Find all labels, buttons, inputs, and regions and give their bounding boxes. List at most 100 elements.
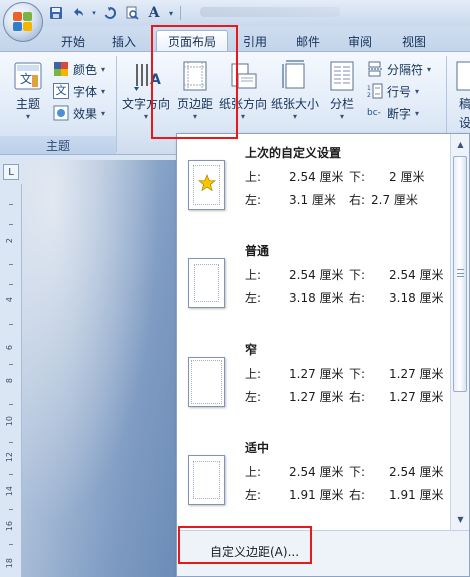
ruler-number: 6 <box>5 345 14 351</box>
ruler-number: 8 <box>5 378 14 384</box>
breaks-button[interactable]: 分隔符 ▾ <box>367 59 431 79</box>
vertical-ruler: 2 4 6 8 10 12 14 16 18 <box>0 184 22 577</box>
preset-title: 普通 <box>245 244 270 258</box>
margins-dropdown-menu: 上次的自定义设置 上: 2.54 厘米 下: 2 厘米 左: 3.1 厘米 右:… <box>176 133 470 577</box>
bottom-label: 下: <box>349 170 366 184</box>
left-label: 左: <box>245 390 262 404</box>
page-thumbnail-icon <box>188 258 225 308</box>
bottom-label: 下: <box>349 465 366 479</box>
tab-mailings[interactable]: 邮件 <box>288 30 328 52</box>
margins-icon <box>180 60 210 92</box>
tab-page-layout[interactable]: 页面布局 <box>156 30 228 52</box>
paper-size-icon <box>280 60 310 92</box>
preset-title: 窄 <box>245 343 258 357</box>
tab-selector-button[interactable]: L <box>3 164 19 180</box>
breaks-label: 分隔符 <box>387 62 424 77</box>
ribbon-tabs: 开始 插入 页面布局 引用 邮件 审阅 视图 <box>0 26 470 52</box>
chevron-down-icon: ▾ <box>292 112 297 121</box>
preset-title: 上次的自定义设置 <box>245 146 342 160</box>
tab-view[interactable]: 视图 <box>394 30 434 52</box>
font-a-icon[interactable]: A <box>144 4 164 22</box>
ruler-number: 14 <box>5 486 14 497</box>
save-icon[interactable] <box>46 4 66 22</box>
qat-separator <box>180 6 181 20</box>
scroll-up-icon[interactable]: ▲ <box>453 137 468 151</box>
right-label: 右: <box>349 291 366 305</box>
margins-button[interactable]: 页边距 ▾ <box>174 56 216 134</box>
margin-preset-last-custom[interactable]: 上次的自定义设置 上: 2.54 厘米 下: 2 厘米 左: 3.1 厘米 右:… <box>177 134 452 234</box>
left-value: 3.1 厘米 <box>289 193 336 207</box>
undo-dropdown-icon[interactable]: ▾ <box>90 4 98 22</box>
chevron-down-icon: ▾ <box>101 86 106 96</box>
customize-dropdown-icon[interactable]: ▾ <box>166 4 176 22</box>
office-logo-icon <box>13 12 33 32</box>
hyphenation-icon: bc- <box>367 108 381 118</box>
top-label: 上: <box>245 465 262 479</box>
line-numbers-label: 行号 <box>387 84 412 99</box>
chevron-down-icon: ▾ <box>339 112 344 121</box>
page-thumbnail-icon <box>188 357 225 407</box>
theme-font-icon: 文 <box>53 83 69 99</box>
theme-fonts-button[interactable]: 文 字体 ▾ <box>53 81 105 101</box>
office-button[interactable] <box>3 2 43 42</box>
dropdown-footer: 自定义边距(A)... <box>177 530 469 576</box>
tab-insert[interactable]: 插入 <box>104 30 144 52</box>
hyphenation-button[interactable]: bc- 断字 ▾ <box>367 103 419 123</box>
scroll-down-icon[interactable]: ▼ <box>453 512 468 526</box>
bottom-value: 2.54 厘米 <box>389 268 444 282</box>
text-direction-button[interactable]: A 文字方向 ▾ <box>122 56 170 134</box>
ruler-number: 12 <box>5 452 14 463</box>
top-value: 1.27 厘米 <box>289 367 344 381</box>
custom-margins-menu-item[interactable]: 自定义边距(A)... <box>210 543 299 560</box>
theme-colors-button[interactable]: 颜色 ▾ <box>53 59 105 79</box>
bottom-label: 下: <box>349 367 366 381</box>
orientation-label: 纸张方向 <box>218 97 267 111</box>
line-numbers-button[interactable]: 12 行号 ▾ <box>367 81 419 101</box>
chevron-down-icon: ▾ <box>101 108 106 118</box>
hyphenation-label: 断字 <box>387 106 412 121</box>
cut-off-label-1: 稿 <box>458 97 470 111</box>
left-value: 1.91 厘米 <box>289 488 344 502</box>
right-label: 右: <box>349 390 366 404</box>
columns-button[interactable]: 分栏 ▾ <box>322 56 362 134</box>
text-direction-icon: A <box>131 60 161 92</box>
svg-text:2: 2 <box>367 92 371 99</box>
margin-preset-normal[interactable]: 普通 上: 2.54 厘米 下: 2.54 厘米 左: 3.18 厘米 右: 3… <box>177 232 452 332</box>
tab-references[interactable]: 引用 <box>236 30 274 52</box>
theme-colors-label: 颜色 <box>73 62 98 77</box>
theme-effects-button[interactable]: 效果 ▾ <box>53 103 105 123</box>
grip-icon <box>457 269 464 277</box>
top-value: 2.54 厘米 <box>289 170 344 184</box>
chevron-down-icon: ▾ <box>101 64 106 74</box>
watermark-icon <box>450 60 470 92</box>
document-area[interactable] <box>22 160 177 577</box>
left-label: 左: <box>245 193 262 207</box>
themes-icon: 文 <box>13 60 43 92</box>
theme-effects-label: 效果 <box>73 106 98 121</box>
print-preview-icon[interactable] <box>122 4 142 22</box>
orientation-button[interactable]: 纸张方向 ▾ <box>218 56 268 134</box>
margin-preset-moderate[interactable]: 适中 上: 2.54 厘米 下: 2.54 厘米 左: 1.91 厘米 右: 1… <box>177 429 452 529</box>
right-value: 1.27 厘米 <box>389 390 444 404</box>
tab-review[interactable]: 审阅 <box>340 30 380 52</box>
scrollbar-thumb[interactable] <box>453 156 467 392</box>
paper-size-button[interactable]: 纸张大小 ▾ <box>270 56 320 134</box>
chevron-down-icon: ▾ <box>143 112 148 121</box>
orientation-icon <box>228 60 258 92</box>
themes-button[interactable]: 文 主题 ▾ <box>6 56 50 134</box>
redo-icon[interactable] <box>100 4 120 22</box>
themes-group-label: 主题 <box>0 136 116 154</box>
chevron-down-icon: ▾ <box>192 112 197 121</box>
svg-text:A: A <box>150 72 161 88</box>
gallery-scrollbar[interactable]: ▲ ▼ <box>450 134 469 530</box>
page-thumbnail-icon <box>188 160 225 210</box>
group-separator <box>116 56 117 152</box>
undo-icon[interactable] <box>68 4 88 22</box>
tab-home[interactable]: 开始 <box>52 30 94 52</box>
bottom-value: 2 厘米 <box>389 170 425 184</box>
page-thumbnail-icon <box>188 455 225 505</box>
margin-preset-narrow[interactable]: 窄 上: 1.27 厘米 下: 1.27 厘米 左: 1.27 厘米 右: 1.… <box>177 331 452 431</box>
left-label: 左: <box>245 291 262 305</box>
page-background-button-cut-off[interactable]: 稿 设 <box>450 56 470 134</box>
right-label: 右: <box>349 193 366 207</box>
